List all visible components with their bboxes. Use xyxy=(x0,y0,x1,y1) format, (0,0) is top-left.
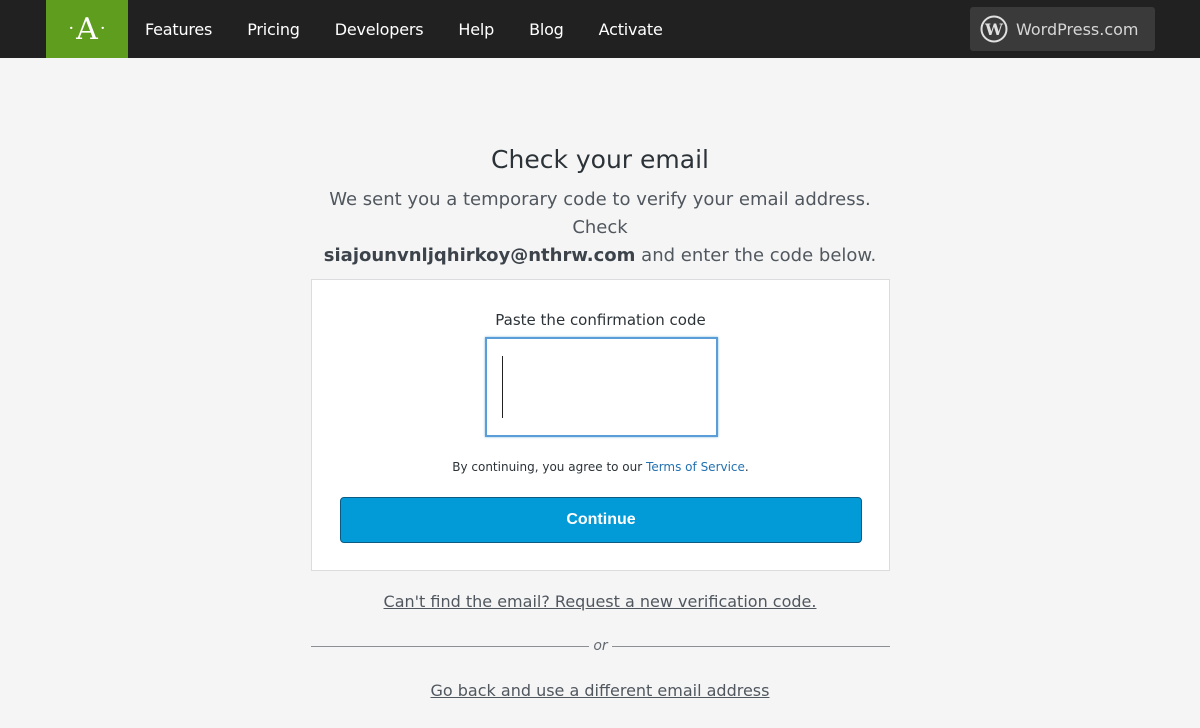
logo-dot-right: · xyxy=(99,17,106,39)
logo-letter: A xyxy=(76,11,98,47)
subtitle-text-before: We sent you a temporary code to verify y… xyxy=(329,189,871,238)
or-divider: or xyxy=(311,638,890,656)
top-navigation-bar: · A · Features Pricing Developers Help B… xyxy=(0,0,1200,58)
verification-card: Paste the confirmation code By continuin… xyxy=(311,279,890,571)
resend-code-row: Can't find the email? Request a new veri… xyxy=(0,592,1200,611)
nav-activate[interactable]: Activate xyxy=(599,20,663,39)
logo-dot-left: · xyxy=(68,17,75,39)
use-different-email-link[interactable]: Go back and use a different email addres… xyxy=(431,681,770,700)
request-new-code-link[interactable]: Can't find the email? Request a new veri… xyxy=(384,592,817,611)
main-nav: Features Pricing Developers Help Blog Ac… xyxy=(145,0,698,58)
divider-line-right xyxy=(612,646,890,647)
confirmation-code-input[interactable] xyxy=(485,337,718,437)
text-caret xyxy=(502,356,503,418)
svg-text:W: W xyxy=(984,20,1004,39)
tos-suffix: . xyxy=(744,460,749,474)
wordpress-com-label: WordPress.com xyxy=(1016,19,1139,39)
continue-button[interactable]: Continue xyxy=(340,497,862,543)
site-logo[interactable]: · A · xyxy=(46,0,128,58)
wordpress-icon: W xyxy=(980,15,1008,43)
page-title: Check your email xyxy=(491,145,709,174)
back-row: Go back and use a different email addres… xyxy=(0,681,1200,700)
page-subtitle: We sent you a temporary code to verify y… xyxy=(300,186,900,270)
tos-prefix: By continuing, you agree to our xyxy=(452,460,643,474)
nav-blog[interactable]: Blog xyxy=(529,20,564,39)
nav-developers[interactable]: Developers xyxy=(335,20,424,39)
code-label: Paste the confirmation code xyxy=(495,311,706,329)
email-address: siajounvnljqhirkoy@nthrw.com xyxy=(323,245,636,266)
terms-of-service-link[interactable]: Terms of Service xyxy=(646,460,745,474)
wordpress-com-button[interactable]: W WordPress.com xyxy=(970,7,1155,51)
nav-help[interactable]: Help xyxy=(458,20,494,39)
nav-pricing[interactable]: Pricing xyxy=(247,20,300,39)
terms-notice: By continuing, you agree to our Terms of… xyxy=(312,460,889,474)
subtitle-text-after: and enter the code below. xyxy=(641,245,877,266)
nav-features[interactable]: Features xyxy=(145,20,212,39)
